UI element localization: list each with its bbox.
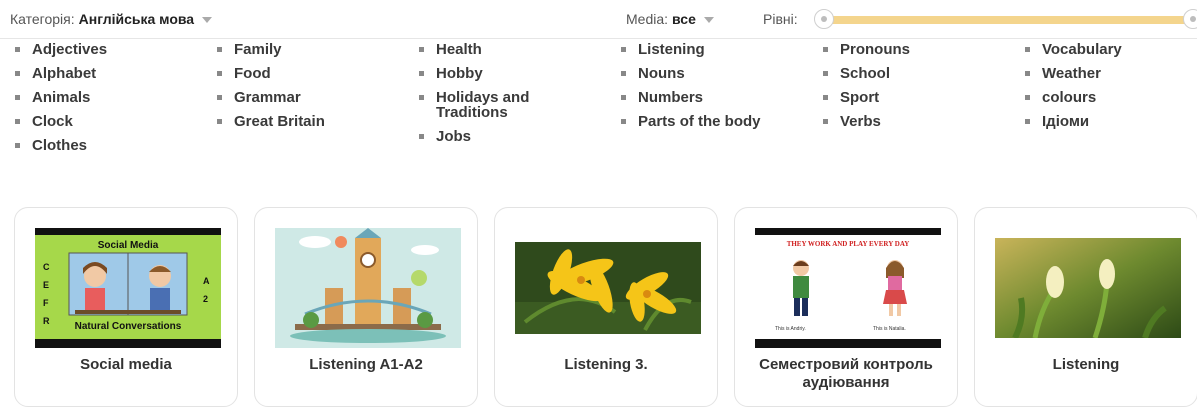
- category-link[interactable]: Weather: [1024, 66, 1184, 81]
- media-card[interactable]: Listening A1-A2: [254, 207, 478, 407]
- category-link[interactable]: Adjectives: [14, 42, 209, 57]
- category-link[interactable]: Food: [216, 66, 411, 81]
- card-title: Listening: [1052, 356, 1120, 373]
- category-link[interactable]: Vocabulary: [1024, 42, 1184, 57]
- media-filter-value: все: [672, 11, 696, 27]
- media-card[interactable]: Listening: [974, 207, 1197, 407]
- category-column: Adjectives Alphabet Animals Clock Clothe…: [14, 42, 209, 162]
- chevron-down-icon: [202, 17, 213, 23]
- category-filter[interactable]: Категорія: Англійська мова: [10, 11, 213, 27]
- card-thumbnail: [515, 242, 701, 334]
- thumb-title-text: Social Media: [97, 240, 159, 251]
- category-column: Vocabulary Weather colours Ідіоми: [1024, 42, 1184, 138]
- category-link[interactable]: Numbers: [620, 90, 815, 105]
- media-filter[interactable]: Media: все: [626, 11, 714, 27]
- category-link[interactable]: Ідіоми: [1024, 114, 1184, 129]
- card-title: Social media: [80, 356, 172, 373]
- card-title: Семестровий контроль аудіювання: [759, 356, 933, 391]
- card-title: Listening A1-A2: [309, 356, 423, 373]
- category-link[interactable]: Parts of the body: [620, 114, 815, 129]
- category-link[interactable]: Animals: [14, 90, 209, 105]
- thumb-bottom-text: Natural Conversations: [74, 321, 182, 332]
- category-filter-value: Англійська мова: [78, 11, 195, 27]
- thumb-title-text: THEY WORK AND PLAY EVERY DAY: [786, 240, 910, 248]
- thumb-right-text: A 2: [203, 276, 210, 304]
- levels-slider-min-handle[interactable]: [814, 9, 834, 29]
- levels-label: Рівні:: [763, 11, 798, 27]
- filter-bar: Категорія: Англійська мова Media: все Рі…: [0, 0, 1197, 39]
- category-link[interactable]: Clock: [14, 114, 209, 129]
- chevron-down-icon: [703, 17, 714, 23]
- levels-slider-max-handle[interactable]: [1183, 9, 1197, 29]
- category-filter-label: Категорія:: [10, 11, 75, 27]
- category-link[interactable]: Alphabet: [14, 66, 209, 81]
- media-card[interactable]: THEY WORK AND PLAY EVERY DAY This is And…: [734, 207, 958, 407]
- thumb-left-text: This is Andriy.: [775, 326, 806, 332]
- thumb-left-text: C E F R: [43, 262, 50, 326]
- thumb-right-text: This is Natalia.: [873, 326, 906, 332]
- card-thumbnail: [995, 238, 1181, 338]
- category-link[interactable]: Clothes: [14, 138, 209, 153]
- category-link[interactable]: Jobs: [418, 129, 558, 144]
- category-link[interactable]: Family: [216, 42, 411, 57]
- media-card[interactable]: Social Media C E F R A 2 Natural Convers…: [14, 207, 238, 407]
- category-link[interactable]: Great Britain: [216, 114, 411, 129]
- card-thumbnail: Social Media C E F R A 2 Natural Convers…: [35, 228, 221, 348]
- card-thumbnail: [275, 228, 461, 348]
- media-filter-label: Media:: [626, 11, 669, 27]
- card-thumbnail: THEY WORK AND PLAY EVERY DAY This is And…: [755, 228, 941, 348]
- category-link[interactable]: Hobby: [418, 66, 558, 81]
- category-link[interactable]: Sport: [822, 90, 1017, 105]
- category-link[interactable]: Grammar: [216, 90, 411, 105]
- category-column: Pronouns School Sport Verbs: [822, 42, 1017, 138]
- category-link[interactable]: School: [822, 66, 1017, 81]
- category-link[interactable]: Holidays and Traditions: [418, 90, 558, 120]
- category-link[interactable]: Nouns: [620, 66, 815, 81]
- category-column: Health Hobby Holidays and Traditions Job…: [418, 42, 558, 153]
- category-link[interactable]: Verbs: [822, 114, 1017, 129]
- category-column: Listening Nouns Numbers Parts of the bod…: [620, 42, 815, 138]
- category-link[interactable]: Listening: [620, 42, 815, 57]
- category-column: Family Food Grammar Great Britain: [216, 42, 411, 138]
- media-card[interactable]: Listening 3.: [494, 207, 718, 407]
- card-title: Listening 3.: [564, 356, 648, 373]
- category-link[interactable]: Pronouns: [822, 42, 1017, 57]
- levels-slider-track[interactable]: [824, 16, 1188, 24]
- category-link[interactable]: Health: [418, 42, 558, 57]
- category-link[interactable]: colours: [1024, 90, 1184, 105]
